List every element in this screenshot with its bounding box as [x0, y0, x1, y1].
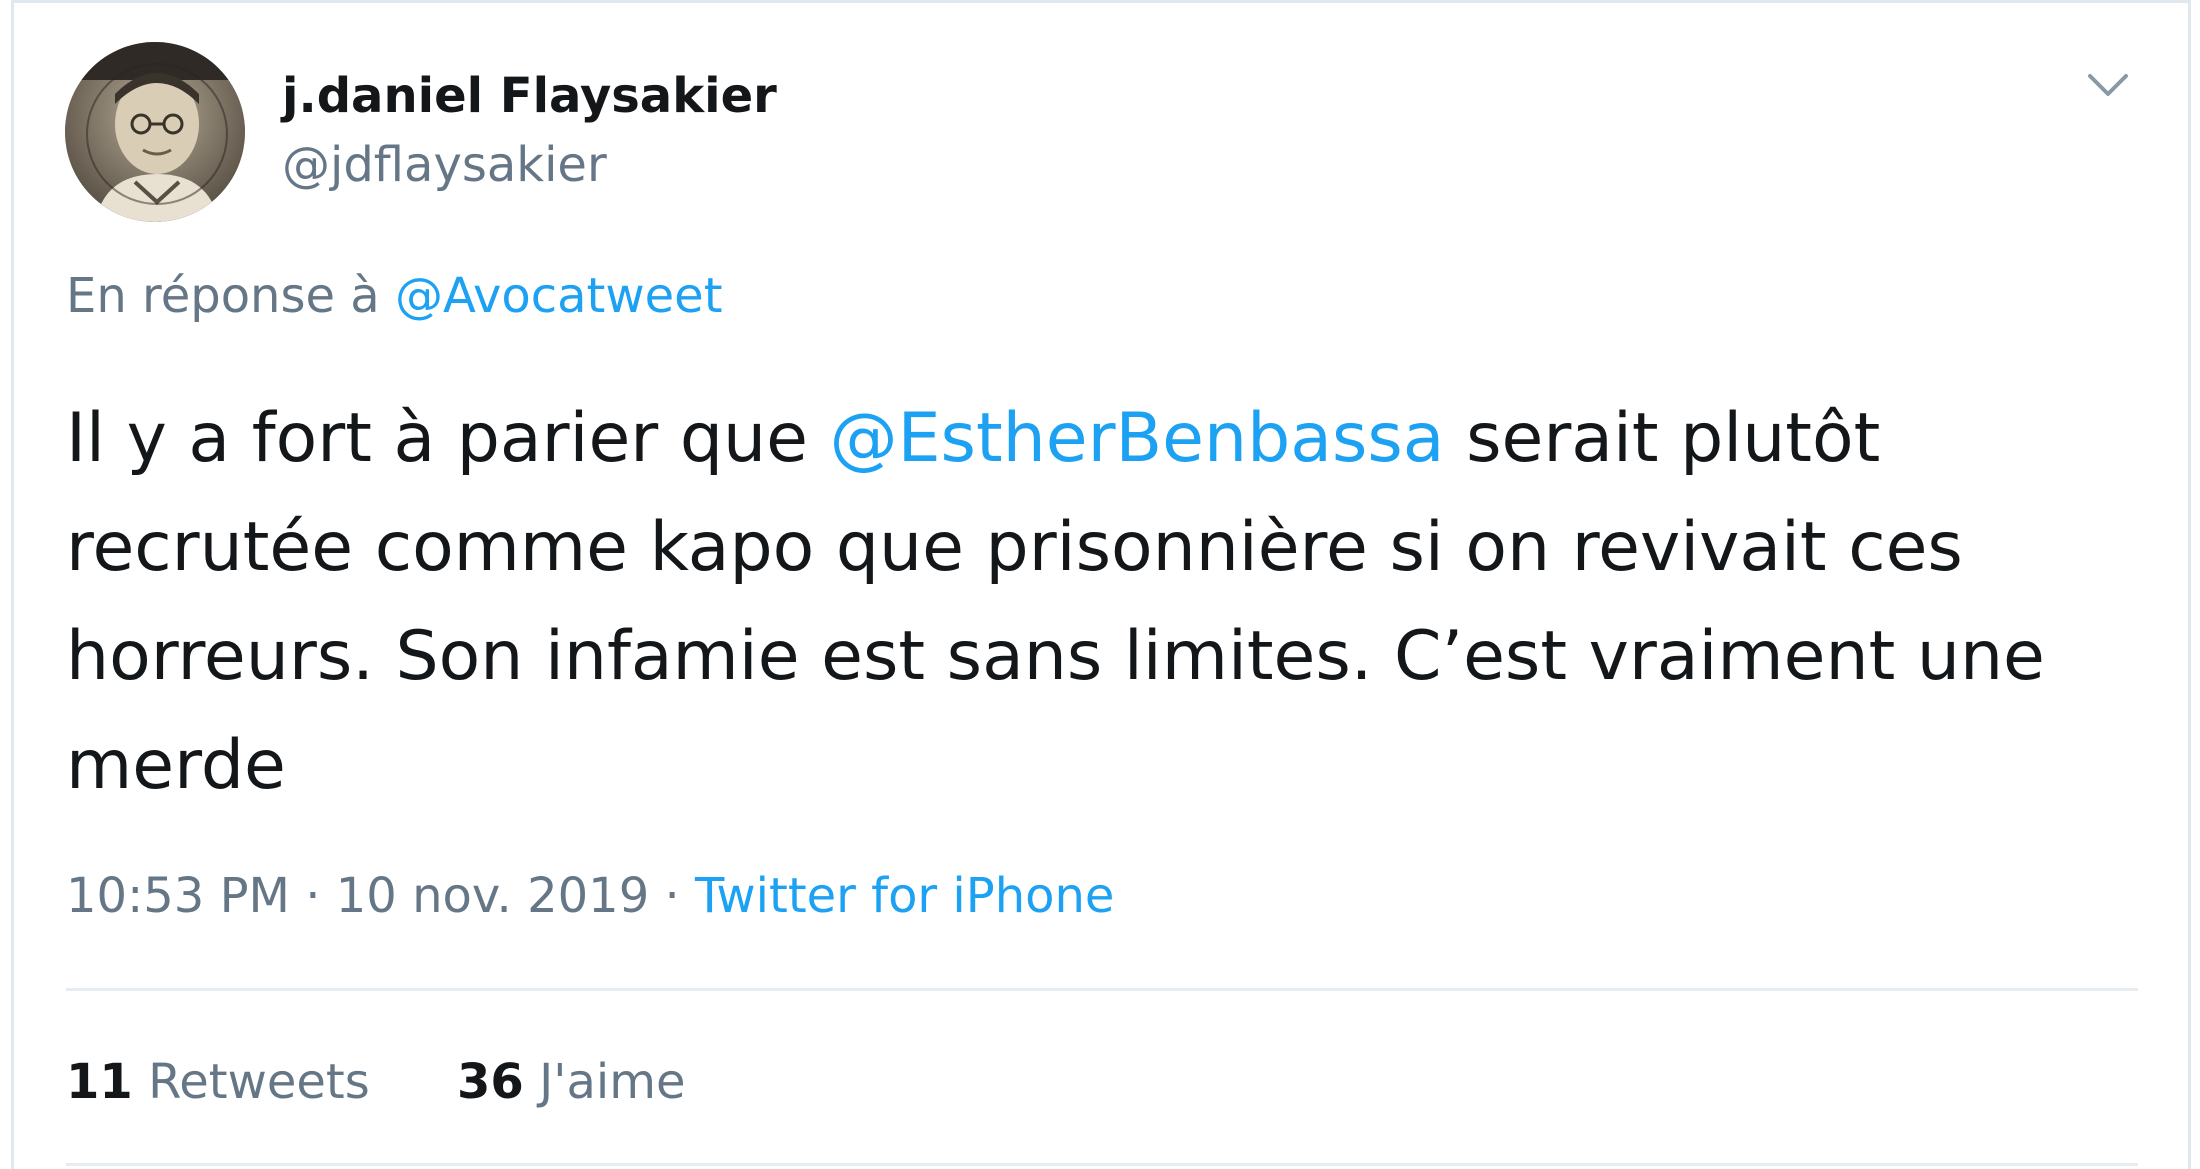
author-display-name[interactable]: j.daniel Flaysakier	[282, 66, 777, 126]
retweets-count: 11	[66, 1054, 133, 1110]
avatar[interactable]	[65, 42, 245, 222]
avatar-photo	[65, 42, 245, 222]
likes-count: 36	[457, 1054, 524, 1110]
retweets-label: Retweets	[148, 1054, 370, 1110]
meta-separator: ·	[305, 868, 321, 924]
likes-label: J'aime	[539, 1054, 686, 1110]
tweet-metadata: 10:53 PM · 10 nov. 2019 · Twitter for iP…	[66, 866, 1114, 926]
reply-context: En réponse à @Avocatweet	[66, 266, 723, 326]
divider	[66, 1163, 2138, 1166]
reply-prefix: En réponse à	[66, 268, 380, 324]
tweet-text-part-1: Il y a fort à parier que	[66, 399, 830, 478]
tweet-text: Il y a fort à parier que @EstherBenbassa…	[66, 384, 2166, 820]
mention-link[interactable]: @EstherBenbassa	[830, 399, 1445, 478]
divider	[66, 988, 2138, 991]
chevron-down-icon[interactable]	[2080, 64, 2136, 104]
tweet-date[interactable]: 10 nov. 2019	[336, 868, 649, 924]
meta-separator: ·	[664, 868, 680, 924]
tweet-time[interactable]: 10:53 PM	[66, 868, 290, 924]
tweet-page: j.daniel Flaysakier @jdflaysakier En rép…	[0, 0, 2200, 1169]
tweet-source-link[interactable]: Twitter for iPhone	[695, 868, 1114, 924]
author-handle[interactable]: @jdflaysakier	[282, 135, 607, 195]
likes-stat[interactable]: 36 J'aime	[457, 1052, 685, 1112]
tweet-stats: 11 Retweets 36 J'aime	[66, 1052, 685, 1112]
retweets-stat[interactable]: 11 Retweets	[66, 1052, 370, 1112]
reply-to-handle-link[interactable]: @Avocatweet	[395, 268, 723, 324]
